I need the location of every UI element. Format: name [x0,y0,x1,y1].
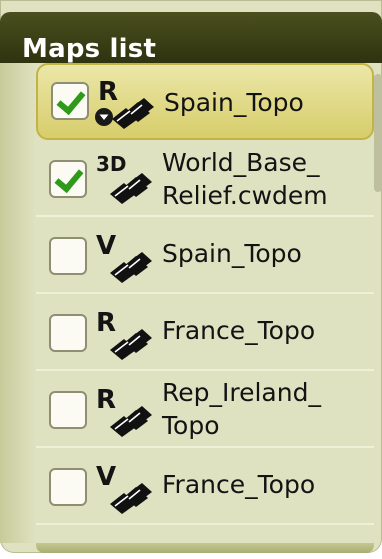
map-checkbox[interactable] [49,237,87,275]
map-checkbox[interactable] [51,82,89,120]
map-tiles-icon [110,173,152,204]
vector-map-icon: V [94,462,154,514]
map-tiles-icon [110,406,152,437]
map-checkbox[interactable] [49,391,87,429]
map-row[interactable]: V Spain_Topo [36,217,374,294]
maps-list: R Spain_Topo 3D World_Base_ Relief.cwdem… [36,63,374,543]
map-row[interactable]: 3D World_Base_ Relief.cwdem [36,140,374,217]
map-name-line1: Rep_Ireland_ [162,378,321,407]
panel-title: Maps list [22,34,157,64]
maps-list-header: Maps list [0,12,382,64]
map-checkbox[interactable] [49,160,87,198]
raster-map-icon: R [94,308,154,360]
map-checkbox[interactable] [49,468,87,506]
map-name-line2: Relief.cwdem [162,181,328,210]
maps-list-panel: Maps list R Spain_Topo 3D World_Base_ Re… [0,0,382,553]
raster-map-icon: R [94,385,154,437]
map-tiles-icon [110,252,152,283]
map-name: France_Topo [162,316,316,345]
map-tiles-icon [110,483,152,514]
map-tiles-icon [110,329,152,360]
raster-map-icon: R [94,77,156,129]
map-row[interactable]: R France_Topo [36,294,374,371]
left-rail [0,63,36,543]
vector-map-icon: V [94,231,154,283]
dem-map-icon: 3D [94,152,154,204]
map-name: Spain_Topo [162,239,302,268]
scrollbar[interactable] [374,74,382,192]
map-name-line2: Topo [162,411,220,440]
map-row[interactable]: R Spain_Topo [36,63,374,140]
panel-footer [36,543,374,553]
map-name: Spain_Topo [164,88,304,117]
dropdown-icon[interactable] [94,107,114,127]
map-tiles-icon [112,98,154,129]
map-name: France_Topo [162,470,316,499]
map-row[interactable]: R Rep_Ireland_ Topo [36,371,374,448]
map-row[interactable]: V France_Topo [36,448,374,525]
map-name-line1: World_Base_ [162,148,320,177]
map-checkbox[interactable] [49,314,87,352]
